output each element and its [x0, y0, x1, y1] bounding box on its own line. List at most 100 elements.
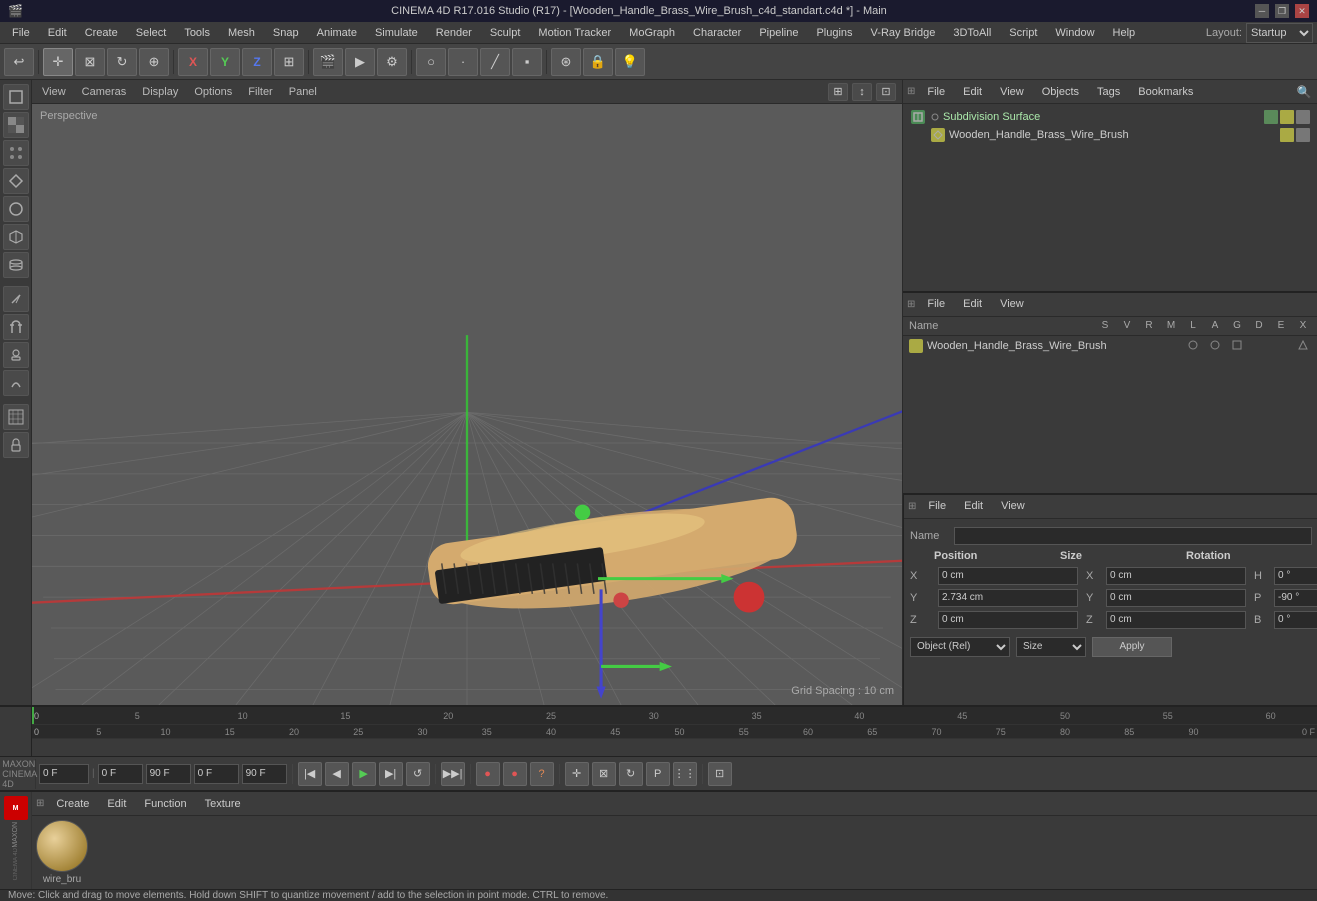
light-button[interactable]: 💡	[615, 48, 645, 76]
menu-mograph[interactable]: MoGraph	[621, 25, 683, 41]
poly-mode-button[interactable]: ▪	[512, 48, 542, 76]
menu-window[interactable]: Window	[1047, 25, 1102, 41]
props-edit-menu[interactable]: Edit	[958, 498, 989, 514]
x-pos-input[interactable]	[938, 567, 1078, 585]
obj-bot-file-menu[interactable]: File	[921, 296, 951, 312]
z-size-input[interactable]	[1106, 611, 1246, 629]
obj-view-menu[interactable]: View	[994, 84, 1030, 100]
menu-help[interactable]: Help	[1105, 25, 1144, 41]
mat-edit-menu[interactable]: Edit	[101, 796, 132, 812]
ls-box-button[interactable]	[3, 224, 29, 250]
frame-start-input[interactable]	[98, 764, 143, 784]
ls-sculpt-button[interactable]	[3, 370, 29, 396]
record-button[interactable]: ●	[476, 762, 500, 786]
material-ball-container[interactable]: wire_bru	[36, 820, 88, 885]
b-rot-input[interactable]	[1274, 611, 1317, 629]
menu-plugins[interactable]: Plugins	[808, 25, 860, 41]
mat-texture-menu[interactable]: Texture	[199, 796, 247, 812]
menu-create[interactable]: Create	[77, 25, 126, 41]
scale-tl-button[interactable]: ⊠	[592, 762, 616, 786]
obj-bot-view-menu[interactable]: View	[994, 296, 1030, 312]
ls-grid-button[interactable]	[3, 404, 29, 430]
prev-frame-button[interactable]: ◀	[325, 762, 349, 786]
goto-end2-button[interactable]: ▶▶|	[441, 762, 465, 786]
ls-tube-button[interactable]	[3, 252, 29, 278]
close-button[interactable]: ✕	[1295, 4, 1309, 18]
preview-start-input[interactable]	[194, 764, 239, 784]
render-viewport-button[interactable]: ▶	[345, 48, 375, 76]
ls-stamp-button[interactable]	[3, 342, 29, 368]
props-file-menu[interactable]: File	[922, 498, 952, 514]
obj-tags-menu[interactable]: Tags	[1091, 84, 1126, 100]
vp-menu-view[interactable]: View	[38, 84, 70, 100]
menu-select[interactable]: Select	[128, 25, 175, 41]
layout-selector[interactable]: Layout: Startup Standard Animate Sculpt	[1206, 23, 1313, 43]
point-mode-button[interactable]: ·	[448, 48, 478, 76]
undo-button[interactable]: ↩	[4, 48, 34, 76]
menu-script[interactable]: Script	[1001, 25, 1045, 41]
preview-end-input[interactable]	[242, 764, 287, 784]
move-tool-button[interactable]: ✛	[43, 48, 73, 76]
vp-menu-cameras[interactable]: Cameras	[78, 84, 131, 100]
y-size-input[interactable]	[1106, 589, 1246, 607]
material-preview-ball[interactable]	[36, 820, 88, 872]
menu-motion-tracker[interactable]: Motion Tracker	[530, 25, 619, 41]
minimize-button[interactable]: ─	[1255, 4, 1269, 18]
dots-button[interactable]: ⋮⋮	[673, 762, 697, 786]
ls-checkerboard-button[interactable]	[3, 112, 29, 138]
select-tool-button[interactable]: ⊕	[139, 48, 169, 76]
vp-menu-filter[interactable]: Filter	[244, 84, 276, 100]
mat-create-menu[interactable]: Create	[50, 796, 95, 812]
obj-edit-menu[interactable]: Edit	[957, 84, 988, 100]
goto-end-button[interactable]: ↺	[406, 762, 430, 786]
ls-lock-button[interactable]	[3, 432, 29, 458]
menu-simulate[interactable]: Simulate	[367, 25, 426, 41]
obj-bot-edit-menu[interactable]: Edit	[957, 296, 988, 312]
menu-vray[interactable]: V-Ray Bridge	[863, 25, 944, 41]
ls-magnet-button[interactable]	[3, 314, 29, 340]
vp-menu-options[interactable]: Options	[190, 84, 236, 100]
viewport-canvas[interactable]: Y X	[32, 104, 902, 705]
coord-system-select[interactable]: Object (Rel) World Local	[910, 637, 1010, 657]
goto-start-button[interactable]: |◀	[298, 762, 322, 786]
rotate-tool-button[interactable]: ↻	[107, 48, 137, 76]
menu-character[interactable]: Character	[685, 25, 749, 41]
world-button[interactable]: ⊞	[274, 48, 304, 76]
x-axis-button[interactable]: X	[178, 48, 208, 76]
render-settings-button[interactable]: ⚙	[377, 48, 407, 76]
scale-tool-button[interactable]: ⊠	[75, 48, 105, 76]
current-frame-input[interactable]	[39, 764, 89, 784]
menu-tools[interactable]: Tools	[176, 25, 218, 41]
ls-array-button[interactable]	[3, 140, 29, 166]
menu-snap[interactable]: Snap	[265, 25, 307, 41]
z-pos-input[interactable]	[938, 611, 1078, 629]
ls-sphere-button[interactable]	[3, 196, 29, 222]
vp-safe-frame-button[interactable]: ⊞	[828, 83, 848, 101]
vp-menu-panel[interactable]: Panel	[285, 84, 321, 100]
obj-objects-menu[interactable]: Objects	[1036, 84, 1085, 100]
x-size-input[interactable]	[1106, 567, 1246, 585]
viewport[interactable]: Y X Perspective Grid Spacing : 10 cm	[32, 104, 902, 705]
object-mode-button[interactable]: ○	[416, 48, 446, 76]
ls-objects-button[interactable]	[3, 84, 29, 110]
z-axis-button[interactable]: Z	[242, 48, 272, 76]
record-pos-button[interactable]: ●	[503, 762, 527, 786]
obj-search-button[interactable]: 🔍	[1294, 82, 1314, 102]
vp-fullscreen-button[interactable]: ⊡	[876, 83, 896, 101]
obj-file-menu[interactable]: File	[921, 84, 951, 100]
obj-bot-row-handle[interactable]: Wooden_Handle_Brass_Wire_Brush	[903, 336, 1317, 357]
enable-axis-button[interactable]: ⊛	[551, 48, 581, 76]
apply-button[interactable]: Apply	[1092, 637, 1172, 657]
settings-tl-button[interactable]: ⊡	[708, 762, 732, 786]
render-region-button[interactable]: 🎬	[313, 48, 343, 76]
props-name-input[interactable]	[954, 527, 1312, 545]
next-frame-button[interactable]: ▶|	[379, 762, 403, 786]
edge-mode-button[interactable]: ╱	[480, 48, 510, 76]
rotate-tl-button[interactable]: ↻	[619, 762, 643, 786]
y-axis-button[interactable]: Y	[210, 48, 240, 76]
record-obj-button[interactable]: ?	[530, 762, 554, 786]
menu-3dtoall[interactable]: 3DToAll	[945, 25, 999, 41]
menu-mesh[interactable]: Mesh	[220, 25, 263, 41]
h-rot-input[interactable]	[1274, 567, 1317, 585]
layout-dropdown[interactable]: Startup Standard Animate Sculpt	[1246, 23, 1313, 43]
